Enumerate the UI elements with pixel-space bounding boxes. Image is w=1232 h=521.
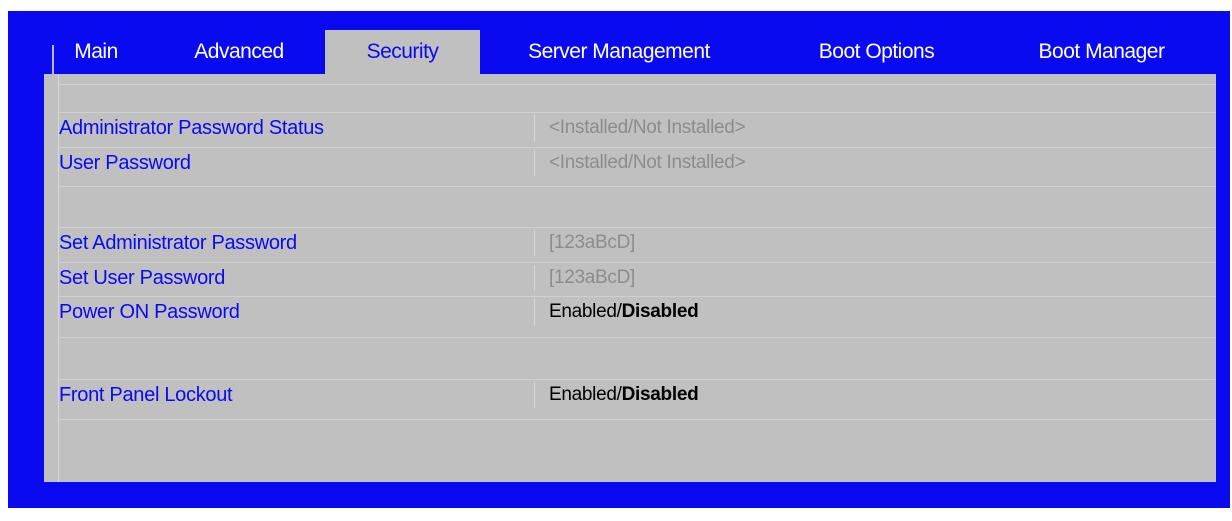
- power-on-password-value[interactable]: Enabled/Disabled: [549, 297, 699, 325]
- spacer-row: [58, 186, 1216, 215]
- spacer-row: [58, 84, 1216, 113]
- set-admin-password-label[interactable]: Set Administrator Password: [59, 228, 297, 256]
- column-divider: [534, 115, 535, 141]
- tab-boot-manager[interactable]: Boot Manager: [1009, 30, 1194, 74]
- admin-password-status-row: Administrator Password Status <Installed…: [58, 112, 1216, 141]
- column-divider: [534, 230, 535, 256]
- spacer-row: [58, 337, 1216, 366]
- tab-main[interactable]: Main: [56, 30, 136, 74]
- admin-password-status-label: Administrator Password Status: [59, 117, 324, 139]
- front-panel-lockout-row[interactable]: Front Panel Lockout Enabled/Disabled: [58, 379, 1216, 408]
- set-admin-password-value: [123aBcD]: [549, 232, 636, 253]
- bios-setup-frame: Main Advanced Security Server Management…: [8, 11, 1230, 508]
- set-admin-password-row[interactable]: Set Administrator Password [123aBcD]: [58, 227, 1216, 256]
- user-password-status-value: <Installed/Not Installed>: [549, 152, 746, 173]
- front-panel-lockout-label[interactable]: Front Panel Lockout: [59, 380, 233, 408]
- tab-server-management[interactable]: Server Management: [499, 30, 739, 74]
- tab-security[interactable]: Security: [325, 30, 480, 74]
- tab-boot-options[interactable]: Boot Options: [789, 30, 964, 74]
- set-user-password-value: [123aBcD]: [549, 267, 636, 288]
- front-panel-lockout-value[interactable]: Enabled/Disabled: [549, 380, 699, 408]
- column-divider: [534, 150, 535, 176]
- power-on-password-label[interactable]: Power ON Password: [59, 297, 240, 325]
- set-user-password-label[interactable]: Set User Password: [59, 263, 225, 291]
- user-password-status-row: User Password <Installed/Not Installed>: [58, 147, 1216, 176]
- option-enabled: Enabled/: [549, 384, 622, 405]
- tab-bar: Main Advanced Security Server Management…: [44, 30, 1216, 74]
- security-settings-panel: Administrator Password Status <Installed…: [44, 74, 1216, 482]
- column-divider: [534, 382, 535, 408]
- spacer-row: [58, 419, 1216, 448]
- tab-advanced[interactable]: Advanced: [164, 30, 314, 74]
- column-divider: [534, 265, 535, 291]
- option-disabled-selected: Disabled: [621, 301, 699, 322]
- power-on-password-row[interactable]: Power ON Password Enabled/Disabled: [58, 296, 1216, 325]
- option-enabled: Enabled/: [549, 301, 622, 322]
- admin-password-status-value: <Installed/Not Installed>: [549, 117, 746, 138]
- set-user-password-row[interactable]: Set User Password [123aBcD]: [58, 262, 1216, 291]
- user-password-status-label: User Password: [59, 152, 191, 174]
- column-divider: [534, 299, 535, 325]
- option-disabled-selected: Disabled: [621, 384, 699, 405]
